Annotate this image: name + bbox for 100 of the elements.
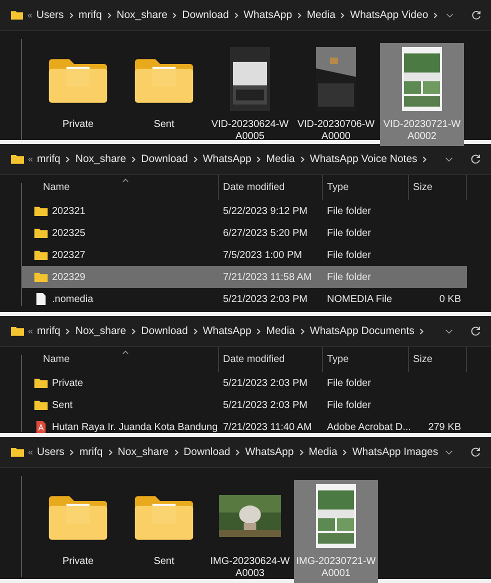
breadcrumb-item[interactable]: Media: [266, 325, 295, 337]
breadcrumb-item[interactable]: WhatsApp: [244, 9, 292, 21]
chevron-icon: [172, 12, 178, 18]
breadcrumb-item[interactable]: Users: [37, 446, 64, 458]
chevron-icon: [65, 328, 70, 334]
chevron-icon: [192, 328, 198, 334]
column-header[interactable]: Type: [323, 175, 409, 200]
column-header[interactable]: Size: [409, 175, 467, 200]
chevron-icon: [300, 328, 305, 334]
file-type: File folder: [327, 206, 371, 216]
overflow-chevron[interactable]: «: [28, 326, 34, 336]
chevron-icon: [235, 448, 240, 456]
file-name: VID-20230624-W A0005: [211, 119, 289, 143]
file-row[interactable]: 202327 7/5/2023 1:00 PM File folder: [22, 244, 467, 266]
file-tile[interactable]: IMG-20230721-W A0001: [294, 480, 378, 583]
refresh-icon[interactable]: [470, 10, 481, 20]
breadcrumb-item[interactable]: Nox_share: [118, 446, 169, 458]
dropdown-icon[interactable]: [445, 328, 453, 334]
breadcrumb-item[interactable]: WhatsApp Images: [352, 446, 438, 458]
file-tile[interactable]: IMG-20230624-W A0003: [208, 480, 292, 583]
breadcrumb-item[interactable]: Nox_share: [75, 325, 126, 337]
breadcrumb-item[interactable]: mrifq: [37, 325, 60, 337]
file-row[interactable]: .nomedia 5/21/2023 2:03 PM NOMEDIA File 0 KB: [22, 288, 467, 310]
breadcrumb-item[interactable]: Media: [308, 446, 338, 458]
chevron-icon: [192, 156, 198, 162]
file-row[interactable]: 202329 7/21/2023 11:58 AM File folder: [22, 266, 467, 288]
file-tile[interactable]: Private: [36, 480, 120, 571]
file-type: File folder: [327, 400, 371, 410]
chevron-icon: [340, 12, 346, 18]
breadcrumb-item[interactable]: Users: [36, 9, 64, 21]
refresh-icon[interactable]: [470, 446, 481, 458]
breadcrumb-item[interactable]: Nox_share: [116, 9, 168, 21]
file-row[interactable]: Hutan Raya Ir. Juanda Kota Bandung 7/21/2023 11:40 AM Adobe Acrobat D... 279 KB: [22, 416, 467, 438]
address-bar[interactable]: « mrifq Nox_share Download WhatsApp Media WhatsApp Voice Notes: [0, 144, 491, 175]
breadcrumb-item[interactable]: Nox_share: [75, 153, 126, 165]
folder-icon: [11, 326, 24, 336]
breadcrumb-item[interactable]: WhatsApp: [245, 446, 294, 458]
date-modified: 6/27/2023 5:20 PM: [223, 228, 308, 238]
file-type: NOMEDIA File: [327, 294, 392, 304]
breadcrumb-item[interactable]: WhatsApp Documents: [310, 325, 414, 337]
column-header[interactable]: Name: [22, 347, 219, 372]
file-row[interactable]: 202321 5/22/2023 9:12 PM File folder: [22, 200, 467, 222]
chevron-icon: [297, 12, 302, 18]
column-header[interactable]: Date modified: [219, 347, 323, 372]
file-name: .nomedia: [52, 294, 94, 304]
chevron-icon: [256, 156, 262, 162]
file-row[interactable]: Sent 5/21/2023 2:03 PM File folder: [22, 394, 467, 416]
breadcrumb-item[interactable]: mrifq: [37, 153, 60, 165]
overflow-chevron[interactable]: «: [27, 10, 32, 20]
file-name: Sent: [154, 119, 174, 131]
file-tile[interactable]: Private: [36, 43, 120, 134]
address-bar[interactable]: « Users mrifq Nox_share Download WhatsApp Media WhatsApp Video: [0, 0, 491, 31]
breadcrumb-item[interactable]: Download: [141, 153, 188, 165]
date-modified: 7/21/2023 11:58 AM: [223, 272, 312, 282]
breadcrumb-item[interactable]: Download: [184, 446, 230, 458]
file-name: Private: [62, 556, 94, 568]
file-tile[interactable]: VID-20230721-W A0002: [380, 43, 464, 146]
breadcrumb-item[interactable]: WhatsApp: [202, 325, 252, 337]
chevron-icon: [65, 156, 70, 162]
refresh-icon[interactable]: [470, 154, 481, 164]
folder-icon: [34, 400, 48, 410]
dropdown-icon[interactable]: [446, 12, 454, 18]
column-header[interactable]: Type: [323, 347, 409, 372]
refresh-icon[interactable]: [470, 326, 481, 336]
chevron-icon: [131, 328, 136, 334]
file-name: IMG-20230721-W A0001: [296, 556, 376, 580]
dropdown-icon[interactable]: [445, 450, 453, 454]
file-name: 202325: [52, 228, 86, 238]
breadcrumb-item[interactable]: Download: [182, 9, 229, 21]
dropdown-icon[interactable]: [445, 156, 453, 162]
file-tile[interactable]: Sent: [122, 43, 206, 134]
breadcrumb-item[interactable]: WhatsApp: [202, 153, 252, 165]
chevron-icon: [131, 156, 136, 162]
file-row[interactable]: Private 5/21/2023 2:03 PM File folder: [22, 372, 467, 394]
breadcrumb-item[interactable]: Download: [141, 325, 188, 337]
folder-icon: [11, 154, 24, 164]
breadcrumb-item[interactable]: Media: [306, 9, 336, 21]
overflow-chevron[interactable]: «: [28, 154, 34, 164]
file-tile[interactable]: VID-20230706-W A0000: [294, 43, 378, 146]
breadcrumb-item[interactable]: Media: [266, 153, 295, 165]
address-bar[interactable]: « Users mrifq Nox_share Download WhatsApp Media WhatsApp Images: [0, 437, 491, 468]
breadcrumb-item[interactable]: mrifq: [79, 446, 103, 458]
column-header[interactable]: Date modified: [219, 175, 323, 200]
folder-icon: [34, 378, 48, 388]
file-name: IMG-20230624-W A0003: [210, 556, 290, 580]
file-type: File folder: [327, 250, 371, 260]
chevron-icon: [106, 12, 112, 18]
column-header[interactable]: Name: [22, 175, 219, 200]
address-bar[interactable]: « mrifq Nox_share Download WhatsApp Media WhatsApp Documents: [0, 316, 491, 347]
breadcrumb-item[interactable]: WhatsApp Voice Notes: [310, 153, 418, 165]
file-name: 202329: [52, 272, 86, 282]
breadcrumb-item[interactable]: mrifq: [78, 9, 102, 21]
file-row[interactable]: 202325 6/27/2023 5:20 PM File folder: [22, 222, 467, 244]
date-modified: 5/21/2023 2:03 PM: [223, 378, 308, 388]
file-tile[interactable]: VID-20230624-W A0005: [208, 43, 292, 146]
overflow-chevron[interactable]: «: [28, 447, 34, 457]
breadcrumb-item[interactable]: WhatsApp Video: [350, 9, 428, 21]
column-header[interactable]: Size: [409, 347, 467, 372]
file-tile[interactable]: Sent: [122, 480, 206, 571]
file-size: 0 KB: [439, 294, 461, 304]
